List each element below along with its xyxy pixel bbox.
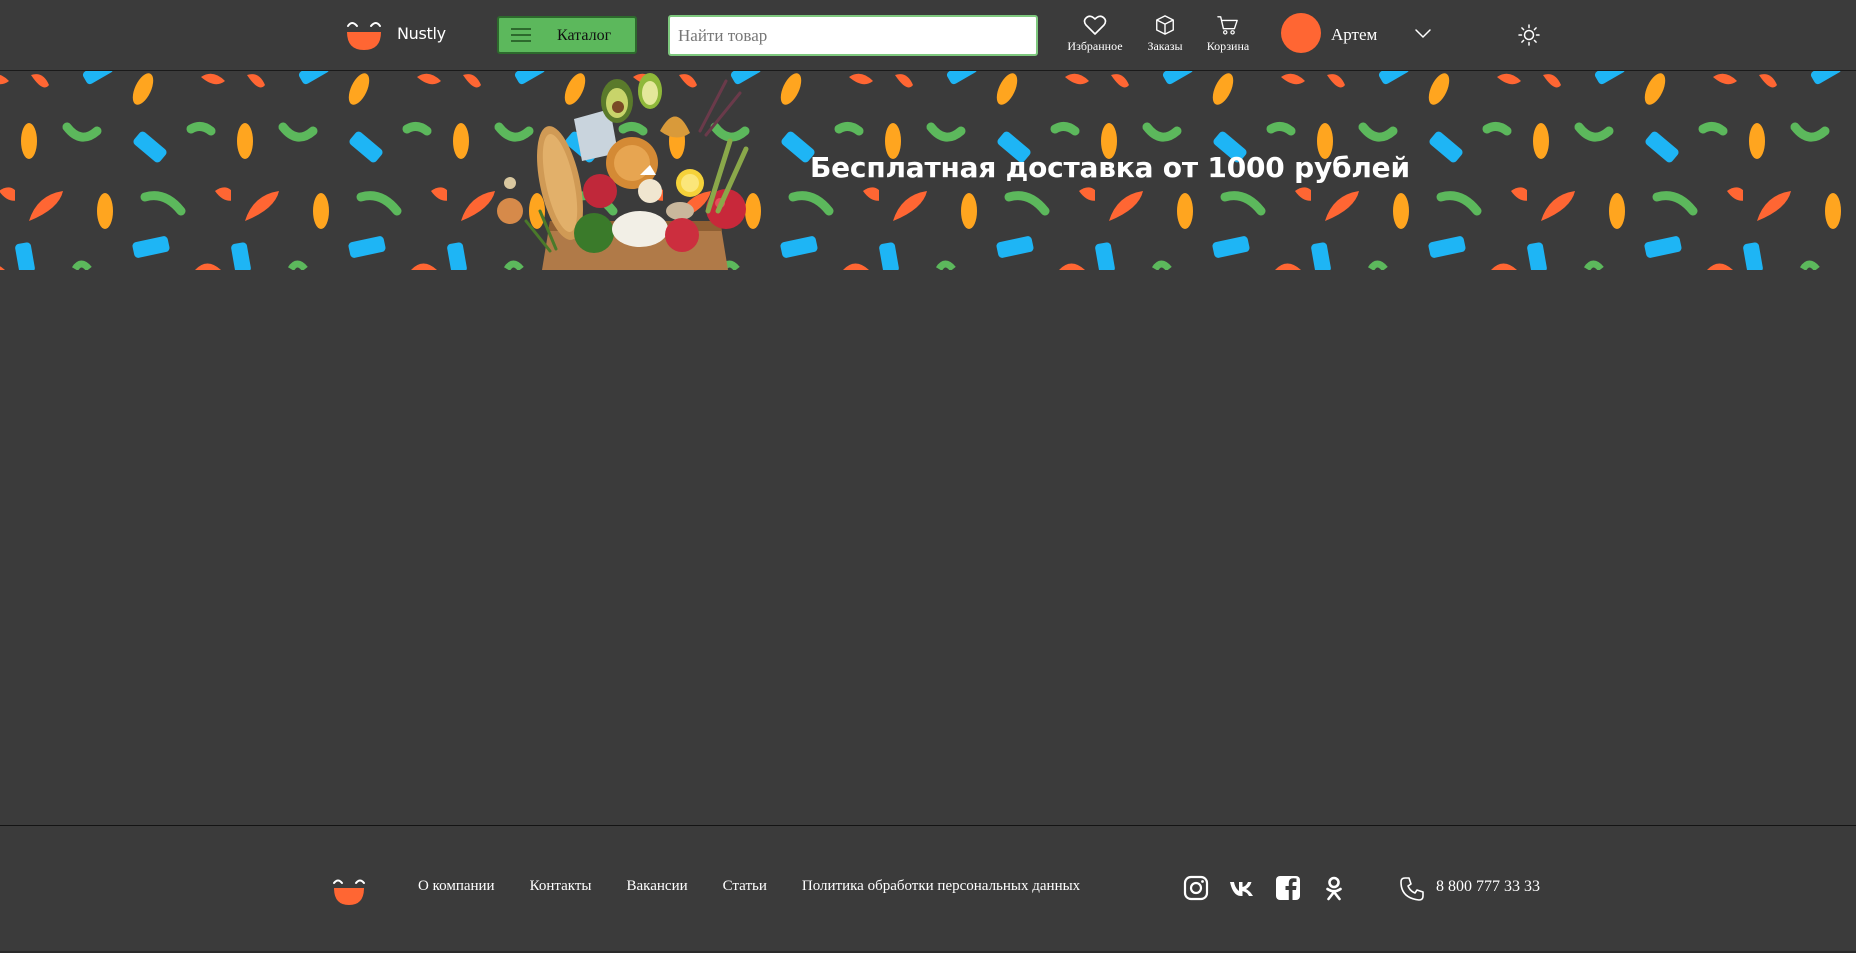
nav-cart[interactable]: Корзина [1202,14,1254,54]
instagram-icon[interactable] [1183,875,1209,901]
brand-name[interactable]: Nustly [397,24,446,43]
chevron-down-icon[interactable] [1414,28,1432,40]
grocery-bag-image [497,73,749,270]
cart-icon [1217,16,1238,35]
footer-logo-icon[interactable] [331,876,367,906]
footer-link-contacts[interactable]: Контакты [530,878,592,895]
main-content [0,270,1856,825]
search-input[interactable] [668,15,1038,56]
footer-link-privacy[interactable]: Политика обработки персональных данных [802,878,1080,895]
logo-icon[interactable] [344,16,384,52]
heart-icon [1083,15,1107,35]
footer-link-articles[interactable]: Статьи [723,878,767,895]
nav-cart-label: Корзина [1206,39,1250,53]
nav-orders-label: Заказы [1147,39,1183,53]
nav-favorites[interactable]: Избранное [1064,14,1126,54]
banner-title: Бесплатная доставка от 1000 рублей [810,151,1410,184]
nav-favorites-label: Избранное [1067,39,1123,53]
phone-number[interactable]: 8 800 777 33 33 [1436,878,1540,896]
footer: О компании Контакты Вакансии Статьи Поли… [0,825,1856,953]
nav-orders[interactable]: Заказы [1142,14,1188,54]
footer-links: О компании Контакты Вакансии Статьи Поли… [418,878,1115,895]
facebook-icon[interactable] [1275,875,1301,901]
footer-link-about[interactable]: О компании [418,878,495,895]
sun-icon[interactable] [1518,24,1540,46]
promo-banner[interactable]: Бесплатная доставка от 1000 рублей [0,71,1856,270]
user-name[interactable]: Артем [1331,25,1377,45]
footer-link-vacancies[interactable]: Вакансии [627,878,688,895]
header: Nustly Каталог Избранное Заказы [0,0,1856,71]
avatar[interactable] [1281,13,1321,53]
catalog-label: Каталог [557,27,612,44]
phone-icon [1400,877,1424,901]
odnoklassniki-icon[interactable] [1321,875,1347,901]
page: Nustly Каталог Избранное Заказы [0,0,1856,953]
vk-icon[interactable] [1229,875,1255,901]
catalog-button[interactable]: Каталог [497,16,637,54]
box-icon [1156,15,1174,35]
menu-icon [511,28,531,42]
